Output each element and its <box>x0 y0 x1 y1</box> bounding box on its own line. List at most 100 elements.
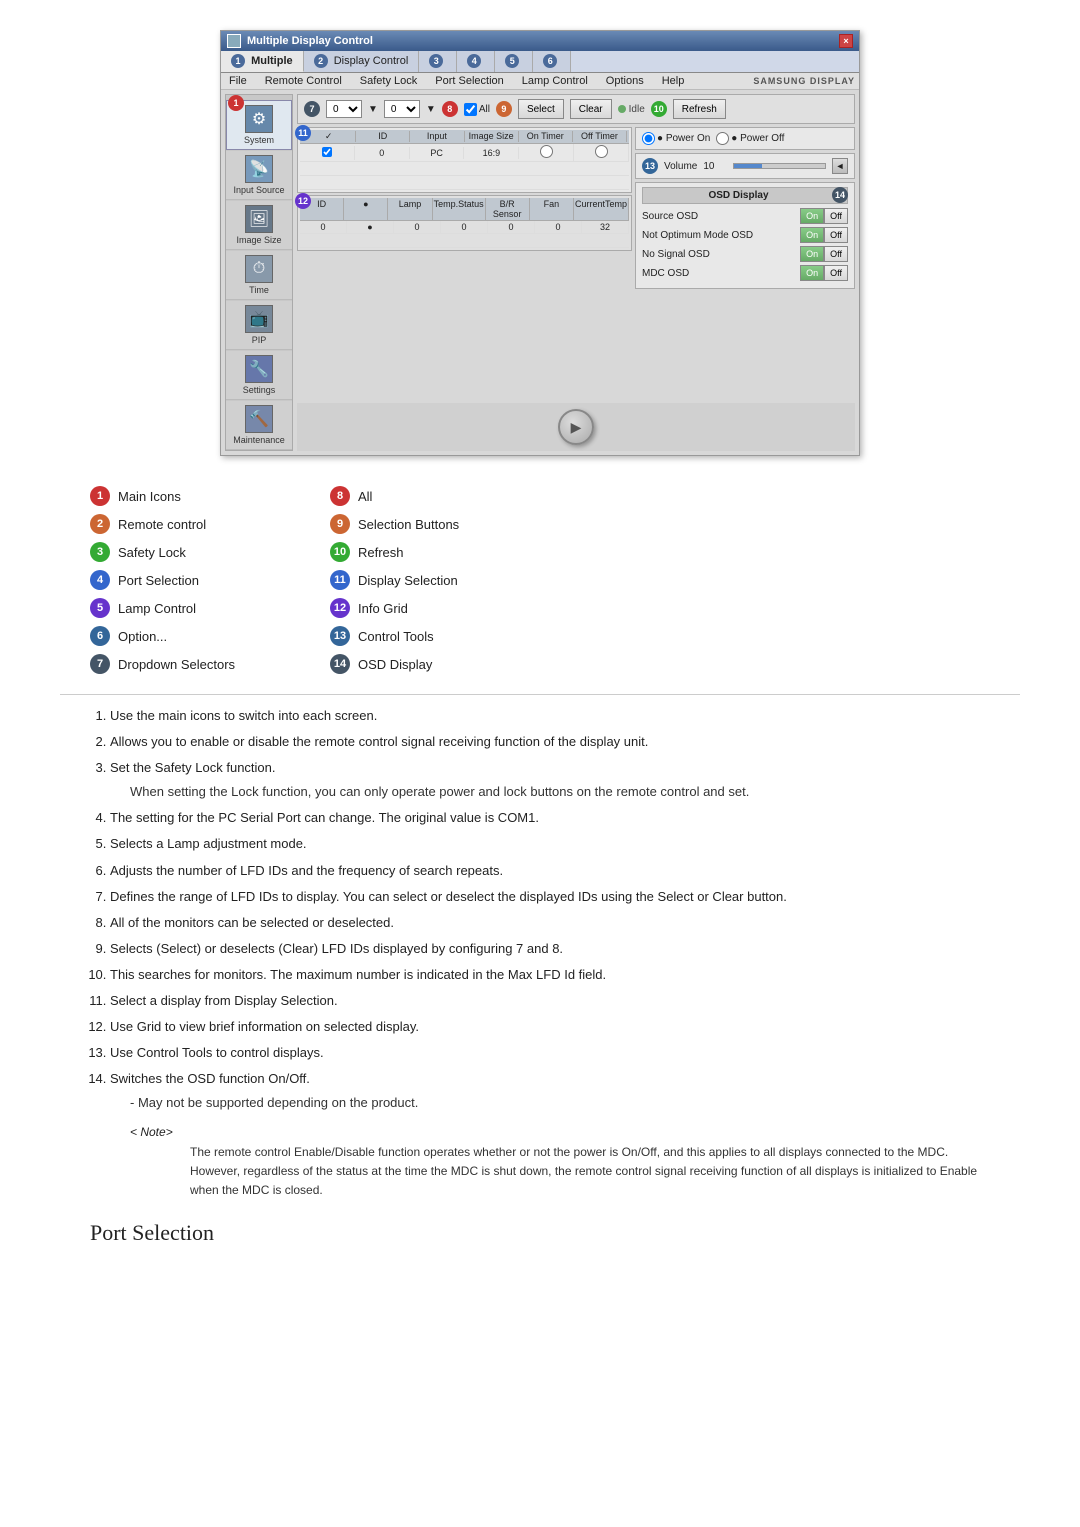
display-grid-row-empty-2 <box>300 176 629 190</box>
dropdown-1[interactable]: 0 <box>326 100 362 118</box>
legend-label-8: All <box>358 489 372 504</box>
badge-7: 7 <box>304 101 320 117</box>
power-off-radio[interactable] <box>716 132 729 145</box>
osd-mdc-off[interactable]: Off <box>824 265 848 281</box>
sidebar-item-imgsize[interactable]: 🖼 Image Size <box>226 201 292 250</box>
osd-nosignal-label: No Signal OSD <box>642 249 800 260</box>
menu-options[interactable]: Options <box>602 74 648 88</box>
dg-row0-on <box>519 144 574 161</box>
display-grid-header: ✓ ID Input Image Size On Timer Off Timer <box>300 130 629 144</box>
legend-num-9: 9 <box>330 514 350 534</box>
instruction-item-12: Use Grid to view brief information on se… <box>110 1016 990 1038</box>
time-icon: ⏱ <box>245 255 273 283</box>
legend-item-14: 14OSD Display <box>330 654 530 674</box>
instruction-item-14: Switches the OSD function On/Off. <box>110 1068 990 1090</box>
instruction-item-6: Adjusts the number of LFD IDs and the fr… <box>110 860 990 882</box>
dg-row0-on-radio[interactable] <box>540 145 553 158</box>
ig-row0-curtemp: 32 <box>582 221 629 233</box>
osd-mdc-on[interactable]: On <box>800 265 824 281</box>
tab-num-5: 5 <box>505 54 519 68</box>
sidebar-item-settings[interactable]: 🔧 Settings <box>226 351 292 400</box>
osd-nosignal-on[interactable]: On <box>800 246 824 262</box>
sidebar-item-time[interactable]: ⏱ Time <box>226 251 292 300</box>
note-box: < Note>The remote control Enable/Disable… <box>130 1121 990 1201</box>
legend-label-10: Refresh <box>358 545 404 560</box>
dg-hdr-input: Input <box>410 131 464 142</box>
select-button[interactable]: Select <box>518 99 564 119</box>
tab-6[interactable]: 6 <box>533 51 571 72</box>
power-on-radio[interactable] <box>642 132 655 145</box>
osd-notoptimum-label: Not Optimum Mode OSD <box>642 230 800 241</box>
legend-item-9: 9Selection Buttons <box>330 514 530 534</box>
power-on-radio-label: ● Power On <box>642 132 710 145</box>
ig-row0-lamp: 0 <box>394 221 441 233</box>
osd-row-mdc: MDC OSD On Off <box>642 265 848 281</box>
osd-source-off[interactable]: Off <box>824 208 848 224</box>
ig-row0-dot: ● <box>347 221 394 233</box>
legend-label-2: Remote control <box>118 517 206 532</box>
ig-row0-id: 0 <box>300 221 347 233</box>
volume-fill <box>734 164 761 168</box>
close-button[interactable]: × <box>839 34 853 48</box>
tab-num-4: 4 <box>467 54 481 68</box>
divider <box>60 694 1020 695</box>
dg-row0-checkbox[interactable] <box>322 147 332 157</box>
titlebar: Multiple Display Control × <box>221 31 859 51</box>
dg-row0-check[interactable] <box>300 146 355 160</box>
legend-col-2: 8 All 9Selection Buttons 10Refresh 11Display… <box>330 486 530 674</box>
tab-3[interactable]: 3 <box>419 51 457 72</box>
osd-row-source: Source OSD On Off <box>642 208 848 224</box>
legend-label-6: Option... <box>118 629 167 644</box>
tab-4[interactable]: 4 <box>457 51 495 72</box>
legend-num-6: 6 <box>90 626 110 646</box>
legend-section: 1Main Icons2Remote control3Safety Lock4P… <box>90 486 990 674</box>
badge-10: 10 <box>651 101 667 117</box>
tab-num-6: 6 <box>543 54 557 68</box>
instruction-item-13: Use Control Tools to control displays. <box>110 1042 990 1064</box>
legend-num-8: 8 <box>330 486 350 506</box>
legend-item-10: 10Refresh <box>330 542 530 562</box>
menu-remote-control[interactable]: Remote Control <box>261 74 346 88</box>
sidebar-item-input[interactable]: 📡 Input Source <box>226 151 292 200</box>
osd-row-nosignal: No Signal OSD On Off <box>642 246 848 262</box>
clear-button[interactable]: Clear <box>570 99 612 119</box>
osd-nosignal-off[interactable]: Off <box>824 246 848 262</box>
play-button[interactable]: ▶ <box>558 409 594 445</box>
legend-item-11: 11Display Selection <box>330 570 530 590</box>
osd-source-on[interactable]: On <box>800 208 824 224</box>
legend-item-6: 6 Option... <box>90 626 290 646</box>
legend-item-5: 5Lamp Control <box>90 598 290 618</box>
tab-multiple[interactable]: 1 Multiple <box>221 51 304 72</box>
dropdown-2[interactable]: 0 <box>384 100 420 118</box>
all-checkbox[interactable] <box>464 103 477 116</box>
ig-hdr-curtemp: CurrentTemp <box>574 198 629 220</box>
tab-display-control[interactable]: 2 Display Control <box>304 51 420 72</box>
menu-help[interactable]: Help <box>658 74 689 88</box>
osd-panel: 14 OSD Display Source OSD On Off Not Opt… <box>635 182 855 289</box>
info-grid-header: ID ● Lamp Temp.Status B/R Sensor Fan Cur… <box>300 198 629 221</box>
menu-lamp-control[interactable]: Lamp Control <box>518 74 592 88</box>
legend-item-12: 12Info Grid <box>330 598 530 618</box>
legend-num-1: 1 <box>90 486 110 506</box>
osd-notoptimum-on[interactable]: On <box>800 227 824 243</box>
instruction-item-1: Use the main icons to switch into each s… <box>110 705 990 727</box>
volume-bar[interactable] <box>733 163 826 169</box>
legend-num-12: 12 <box>330 598 350 618</box>
menu-file[interactable]: File <box>225 74 251 88</box>
tab-5[interactable]: 5 <box>495 51 533 72</box>
osd-notoptimum-off[interactable]: Off <box>824 227 848 243</box>
menu-safety-lock[interactable]: Safety Lock <box>356 74 421 88</box>
dg-row0-off-radio[interactable] <box>595 145 608 158</box>
menu-port-selection[interactable]: Port Selection <box>431 74 507 88</box>
volume-down-button[interactable]: ◄ <box>832 158 848 174</box>
refresh-button[interactable]: Refresh <box>673 99 726 119</box>
badge-11: 11 <box>295 125 311 141</box>
info-grid-area: ID ● Lamp Temp.Status B/R Sensor Fan Cur… <box>297 195 632 251</box>
sidebar-system-label: System <box>244 135 274 145</box>
osd-source-label: Source OSD <box>642 211 800 222</box>
sidebar-item-pip[interactable]: 📺 PIP <box>226 301 292 350</box>
sidebar-item-maintenance[interactable]: 🔨 Maintenance <box>226 401 292 450</box>
samsung-logo: SAMSUNG DISPLAY <box>753 76 855 86</box>
window-title: Multiple Display Control <box>247 35 373 47</box>
osd-mdc-label: MDC OSD <box>642 268 800 279</box>
